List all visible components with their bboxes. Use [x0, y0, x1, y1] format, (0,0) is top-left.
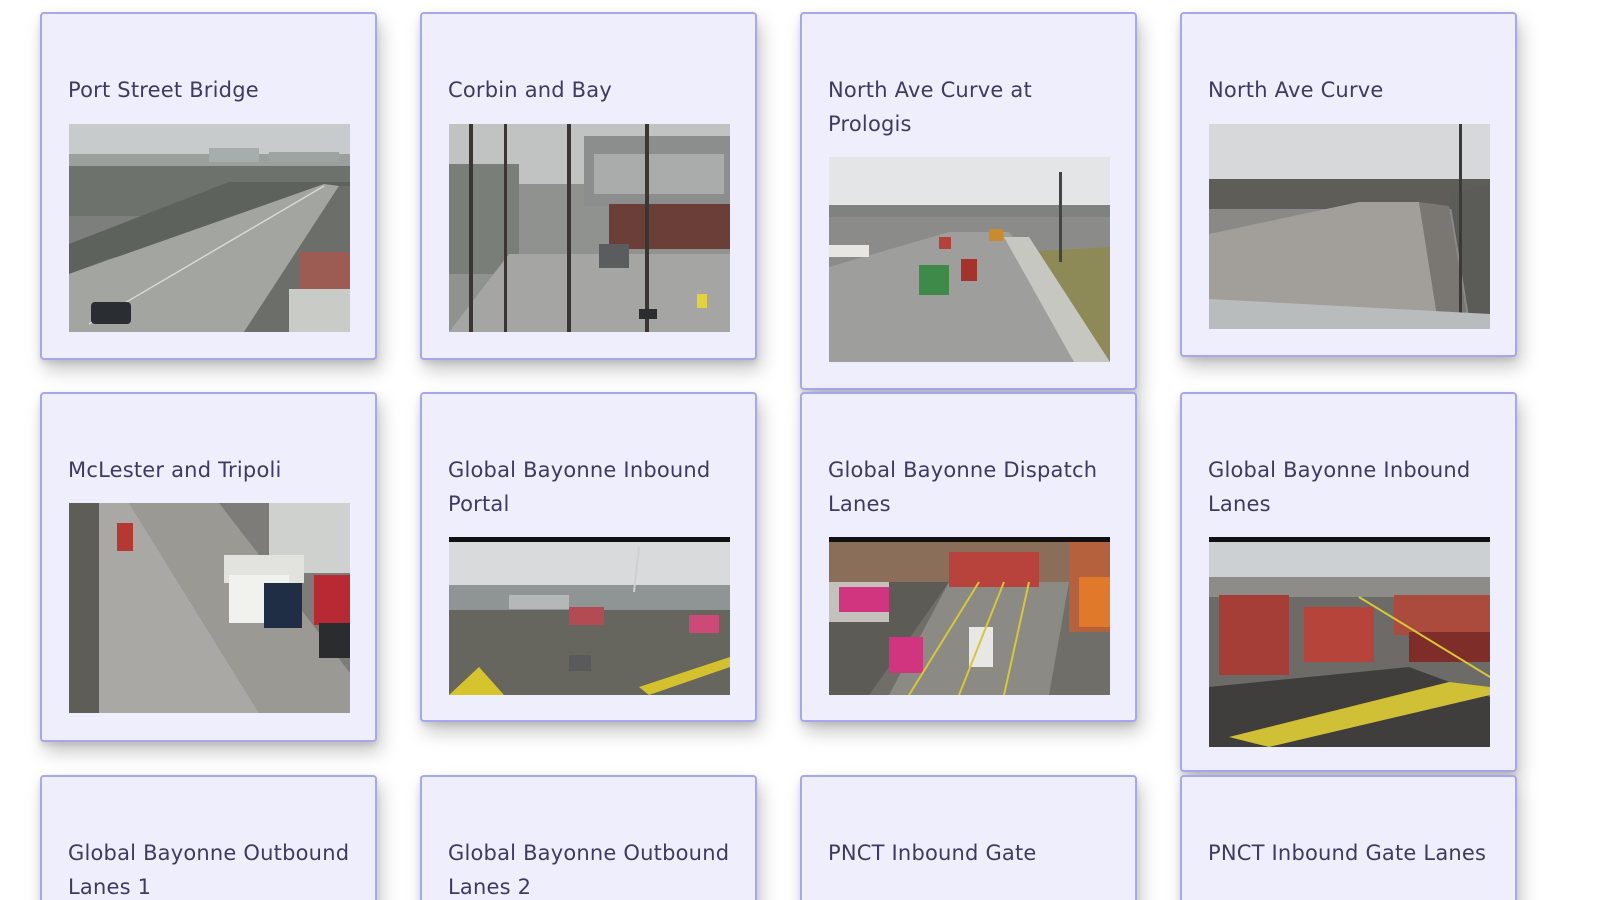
camera-title: North Ave Curve: [1208, 78, 1384, 102]
camera-card-north-ave-curve-at-prologis[interactable]: North Ave Curve at Prologis: [800, 12, 1137, 390]
camera-image[interactable]: [829, 537, 1110, 695]
camera-image[interactable]: [69, 124, 350, 332]
camera-image[interactable]: [1209, 124, 1490, 329]
camera-title: Global Bayonne Outbound Lanes 2: [448, 841, 730, 899]
camera-title: Global Bayonne Dispatch Lanes: [828, 458, 1098, 516]
camera-title: McLester and Tripoli: [68, 458, 282, 482]
camera-card-global-bayonne-dispatch-lanes[interactable]: Global Bayonne Dispatch Lanes: [800, 392, 1137, 722]
camera-card-global-bayonne-inbound-lanes[interactable]: Global Bayonne Inbound Lanes: [1180, 392, 1517, 772]
camera-card-pnct-inbound-gate[interactable]: PNCT Inbound Gate: [800, 775, 1137, 900]
camera-image[interactable]: [449, 124, 730, 332]
camera-card-mclester-and-tripoli[interactable]: McLester and Tripoli: [40, 392, 377, 742]
camera-card-north-ave-curve[interactable]: North Ave Curve: [1180, 12, 1517, 357]
camera-card-corbin-and-bay[interactable]: Corbin and Bay: [420, 12, 757, 360]
camera-image[interactable]: [829, 157, 1110, 362]
camera-title: PNCT Inbound Gate: [828, 841, 1037, 865]
camera-image[interactable]: [1209, 537, 1490, 747]
camera-title: Global Bayonne Inbound Portal: [448, 458, 711, 516]
camera-card-port-street-bridge[interactable]: Port Street Bridge: [40, 12, 377, 360]
camera-card-global-bayonne-inbound-portal[interactable]: Global Bayonne Inbound Portal: [420, 392, 757, 722]
camera-title: Corbin and Bay: [448, 78, 612, 102]
camera-grid: Port Street Bridge Corbin and Bay North …: [0, 0, 1600, 900]
camera-image[interactable]: [69, 503, 350, 713]
camera-title: North Ave Curve at Prologis: [828, 78, 1032, 136]
camera-title: Global Bayonne Inbound Lanes: [1208, 458, 1471, 516]
camera-title: Global Bayonne Outbound Lanes 1: [68, 841, 350, 899]
camera-image[interactable]: [449, 537, 730, 695]
camera-title: PNCT Inbound Gate Lanes: [1208, 841, 1487, 865]
camera-title: Port Street Bridge: [68, 78, 259, 102]
camera-card-global-bayonne-outbound-lanes-2[interactable]: Global Bayonne Outbound Lanes 2: [420, 775, 757, 900]
camera-card-pnct-inbound-gate-lanes[interactable]: PNCT Inbound Gate Lanes: [1180, 775, 1517, 900]
camera-card-global-bayonne-outbound-lanes-1[interactable]: Global Bayonne Outbound Lanes 1: [40, 775, 377, 900]
